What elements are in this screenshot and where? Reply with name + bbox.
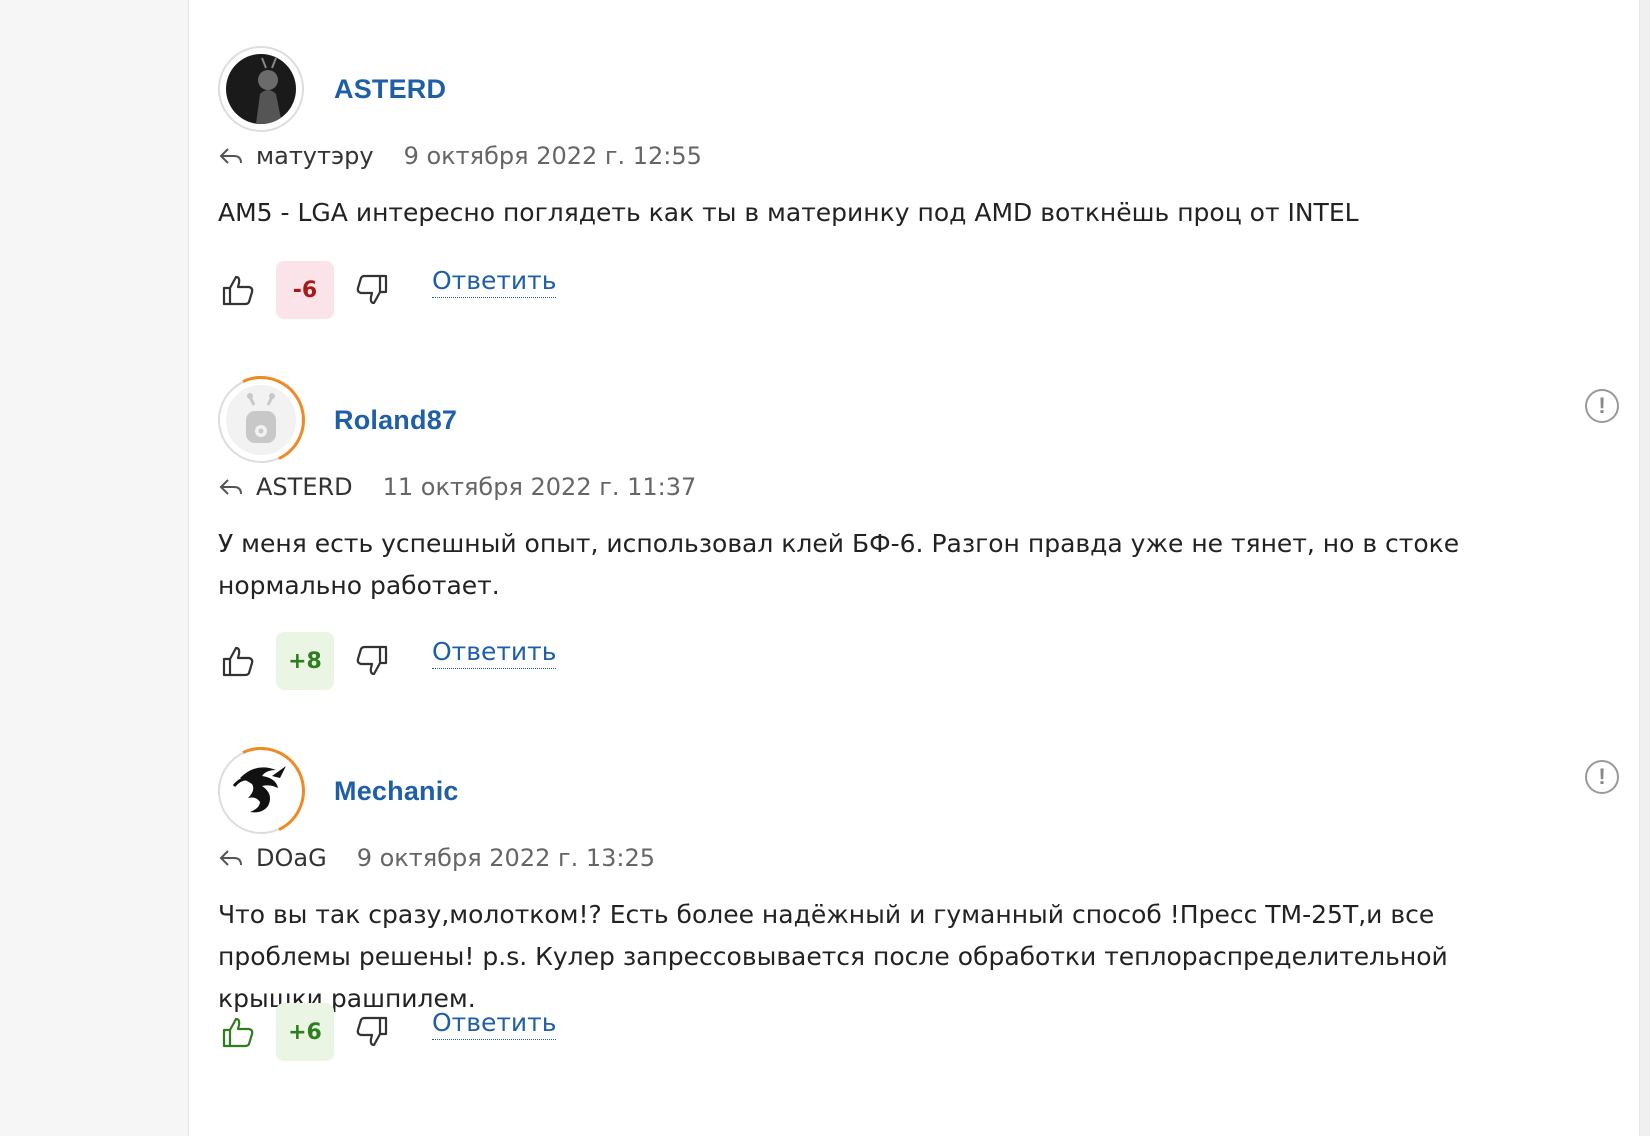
comment-text: У меня есть успешный опыт, использовал к…: [218, 529, 1460, 600]
vote-score: +8: [276, 632, 334, 690]
comment-actions: +8 Ответить: [218, 631, 557, 691]
avatar[interactable]: [218, 748, 304, 834]
reply-to-user[interactable]: DOaG: [256, 844, 327, 872]
report-icon[interactable]: !: [1585, 389, 1619, 423]
thumbs-down-icon[interactable]: [352, 1012, 392, 1052]
comment-actions: -6 Ответить: [218, 260, 557, 320]
dragon-avatar-icon: [226, 756, 296, 826]
author-name[interactable]: ASTERD: [334, 74, 446, 105]
comment-timestamp[interactable]: 11 октября 2022 г. 11:37: [383, 473, 697, 501]
comment-meta: матутэру 9 октября 2022 г. 12:55: [218, 136, 702, 176]
reply-arrow-icon: [219, 479, 242, 495]
comment-meta: ASTERD 11 октября 2022 г. 11:37: [218, 467, 696, 507]
reply-button[interactable]: Ответить: [432, 637, 557, 669]
comment-author-row: Mechanic: [218, 746, 459, 836]
thumbs-up-icon[interactable]: [218, 641, 258, 681]
thumbs-down-icon[interactable]: [352, 270, 392, 310]
reply-to-user[interactable]: ASTERD: [256, 473, 353, 501]
thumbs-down-icon[interactable]: [352, 641, 392, 681]
comment-actions: +6 Ответить: [218, 1002, 557, 1062]
comment-author-row: ASTERD: [218, 44, 446, 134]
reply-button[interactable]: Ответить: [432, 266, 557, 298]
thumbs-up-icon[interactable]: [218, 1012, 258, 1052]
comment-meta: DOaG 9 октября 2022 г. 13:25: [218, 838, 655, 878]
author-name[interactable]: Roland87: [334, 405, 457, 436]
default-robot-avatar-icon: [226, 385, 296, 455]
comment-timestamp[interactable]: 9 октября 2022 г. 12:55: [404, 142, 702, 170]
avatar[interactable]: [218, 46, 304, 132]
reply-arrow-icon: [219, 148, 242, 164]
scrollbar-track[interactable]: [1639, 0, 1650, 1136]
dark-photo-avatar-icon: [226, 54, 296, 124]
comment-timestamp[interactable]: 9 октября 2022 г. 13:25: [357, 844, 655, 872]
left-sidebar-gutter: [0, 0, 189, 1136]
comment-author-row: Roland87: [218, 375, 457, 465]
vote-score: +6: [276, 1003, 334, 1061]
report-icon[interactable]: !: [1585, 760, 1619, 794]
reply-arrow-icon: [219, 850, 242, 866]
comment-text: AM5 - LGA интересно поглядеть как ты в м…: [218, 198, 1359, 227]
author-name[interactable]: Mechanic: [334, 776, 459, 807]
reply-to-user[interactable]: матутэру: [256, 142, 374, 170]
vote-score: -6: [276, 261, 334, 319]
avatar[interactable]: [218, 377, 304, 463]
thumbs-up-icon[interactable]: [218, 270, 258, 310]
reply-button[interactable]: Ответить: [432, 1008, 557, 1040]
